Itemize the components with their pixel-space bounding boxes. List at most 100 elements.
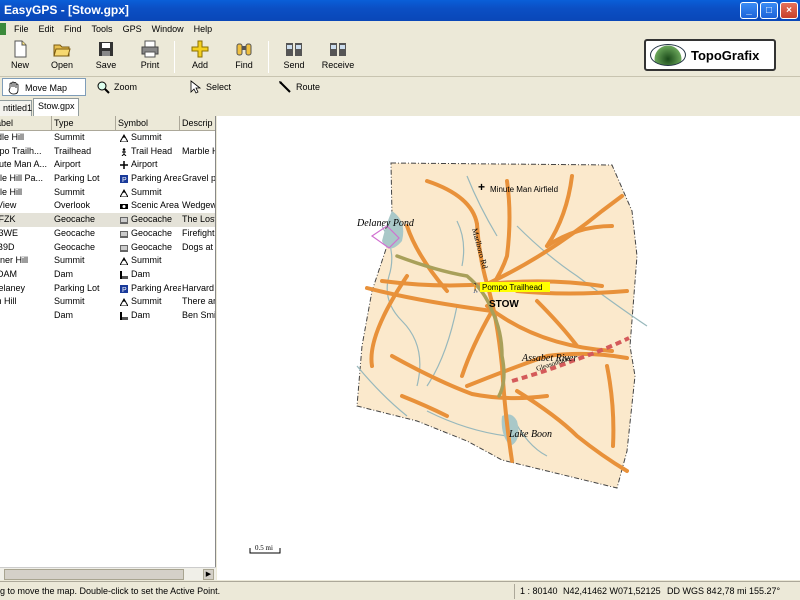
waypoint-symbol: Scenic Area (131, 200, 180, 211)
waypoint-label: rble Hill (0, 186, 23, 197)
waypoint-row[interactable]: rdner Hill Summit Summit (0, 254, 215, 268)
topografix-logo[interactable]: TopoGrafix (644, 39, 776, 71)
map-label-lake: Lake Boon (508, 429, 552, 440)
menu-help[interactable]: Help (189, 24, 218, 34)
open-button[interactable]: Open (42, 40, 82, 76)
receive-button[interactable]: Receive (318, 40, 358, 76)
summit-icon (120, 188, 128, 197)
waypoint-symbol: Geocache (131, 227, 173, 238)
waypoint-label: mpo Trailh... (0, 145, 42, 156)
waypoint-type: Geocache (54, 241, 96, 252)
waypoint-type: Trailhead (54, 145, 92, 156)
waypoint-type: Overlook (54, 200, 91, 211)
waypoint-type: Summit (54, 255, 85, 266)
menu-find[interactable]: Find (59, 24, 87, 34)
airport-icon (120, 161, 128, 170)
menu-file[interactable]: File (9, 24, 34, 34)
gps-send-icon (286, 43, 302, 56)
waypoint-label: ndle Hill (0, 132, 25, 142)
menu-window[interactable]: Window (147, 24, 189, 34)
zoom-mode[interactable]: Zoom (92, 78, 162, 96)
send-button[interactable]: Send (274, 40, 314, 76)
waypoint-type: Geocache (54, 227, 96, 238)
waypoint-row[interactable]: f View Overlook Scenic AreaWedgew (0, 199, 215, 213)
waypoint-type: Airport (54, 159, 81, 170)
svg-text:P: P (122, 287, 127, 293)
cursor-arrow-icon (190, 80, 202, 94)
map-canvas[interactable]: + Minute Man Airfield Delaney Pond Marlb… (217, 116, 800, 580)
waypoint-row[interactable]: 8B9D Geocache Geocache Dogs at (0, 241, 215, 255)
waypoint-row[interactable]: rble Hill Summit Summit (0, 186, 215, 200)
map-label-delaney: Delaney Pond (356, 218, 415, 229)
print-button[interactable]: Print (130, 40, 170, 76)
camera-icon (120, 204, 128, 210)
find-button[interactable]: Find (224, 40, 264, 76)
magnifier-icon (97, 81, 110, 94)
hiker-icon (121, 147, 127, 156)
scrollbar-thumb[interactable] (4, 569, 184, 580)
geocache-icon (120, 230, 128, 238)
summit-icon (120, 298, 128, 307)
route-mode[interactable]: Route (274, 78, 344, 96)
waypoint-row[interactable]: inute Man A... Airport Airport (0, 158, 215, 172)
waypoint-row[interactable]: Dam Dam Ben Smi (0, 309, 215, 323)
tab-stow-gpx[interactable]: Stow.gpx (33, 98, 79, 116)
waypoint-type: Summit (54, 186, 85, 197)
waypoint-row[interactable]: Delaney Parking Lot P Parking AreaHarvard (0, 282, 215, 296)
menu-gps[interactable]: GPS (118, 24, 147, 34)
add-button[interactable]: Add (180, 40, 220, 76)
select-mode[interactable]: Select (184, 78, 254, 96)
svg-text:P: P (122, 177, 127, 183)
map-label-town: STOW (489, 299, 519, 310)
waypoint-symbol: Parking Area (131, 282, 181, 293)
minimize-button[interactable]: _ (740, 2, 758, 19)
airport-icon[interactable]: + (478, 180, 485, 194)
close-button[interactable]: × (780, 2, 798, 19)
waypoint-description: Firefight (182, 227, 215, 238)
menu-edit[interactable]: Edit (34, 24, 60, 34)
new-button[interactable]: New (0, 40, 40, 76)
map-label-trailhead[interactable]: Pompo Trailhead (482, 283, 542, 292)
window-title-bar[interactable]: EasyGPS - [Stow.gpx] _ □ × (0, 0, 800, 21)
status-datum: DD WGS 84 (667, 586, 717, 596)
waypoint-row[interactable]: H3WE Geocache Geocache Firefight (0, 227, 215, 241)
column-description[interactable]: Descrip (180, 116, 215, 131)
waypoint-type: Geocache (54, 214, 96, 225)
waypoint-label: Delaney (0, 282, 26, 293)
window-title: EasyGPS - [Stow.gpx] (4, 3, 129, 17)
waypoint-row[interactable]: HFZK Geocache Geocache The Lost (0, 213, 215, 227)
waypoint-type: Parking Lot (54, 173, 100, 184)
move-map-mode[interactable]: Move Map (2, 78, 86, 96)
map-view[interactable]: + Minute Man Airfield Delaney Pond Marlb… (217, 116, 800, 580)
waypoint-label: H3WE (0, 227, 19, 238)
column-symbol[interactable]: Symbol (116, 116, 180, 131)
waypoint-label: ch Hill (0, 296, 17, 307)
waypoint-row[interactable]: mpo Trailh... Trailhead Trail Head Marble H (0, 145, 215, 159)
waypoint-type: Dam (54, 309, 74, 320)
save-button[interactable]: Save (86, 40, 126, 76)
waypoint-row[interactable]: ch Hill Summit Summit There ar (0, 295, 215, 309)
waypoint-symbol: Geocache (131, 241, 173, 252)
waypoint-description: Dogs at (182, 241, 214, 252)
waypoint-row[interactable]: LDAM Dam Dam (0, 268, 215, 282)
status-scale: 1 : 80140 (520, 586, 558, 596)
waypoint-row[interactable]: ndle Hill Summit Summit (0, 131, 215, 145)
column-type[interactable]: Type (52, 116, 116, 131)
column-label[interactable]: abel (0, 116, 52, 131)
waypoint-label: inute Man A... (0, 159, 48, 170)
map-label-airfield: Minute Man Airfield (490, 185, 558, 194)
maximize-button[interactable]: □ (760, 2, 778, 19)
summit-icon (120, 134, 128, 142)
list-horizontal-scrollbar[interactable]: ▶ (0, 567, 216, 580)
waypoint-symbol: Summit (131, 255, 162, 266)
hiker-icon[interactable]: 🚶 (470, 282, 481, 293)
waypoint-symbol: Trail Head (131, 145, 173, 156)
waypoint-row[interactable]: rble Hill Pa... Parking Lot P Parking AreaG… (0, 172, 215, 186)
waypoint-description: There ar (182, 296, 216, 307)
scroll-right-arrow[interactable]: ▶ (203, 569, 214, 580)
app-icon[interactable] (0, 23, 6, 35)
waypoint-label: LDAM (0, 268, 18, 279)
menu-tools[interactable]: Tools (87, 24, 118, 34)
tab-untitled[interactable]: ntitled1 (0, 100, 32, 116)
waypoint-symbol: Summit (131, 296, 162, 307)
